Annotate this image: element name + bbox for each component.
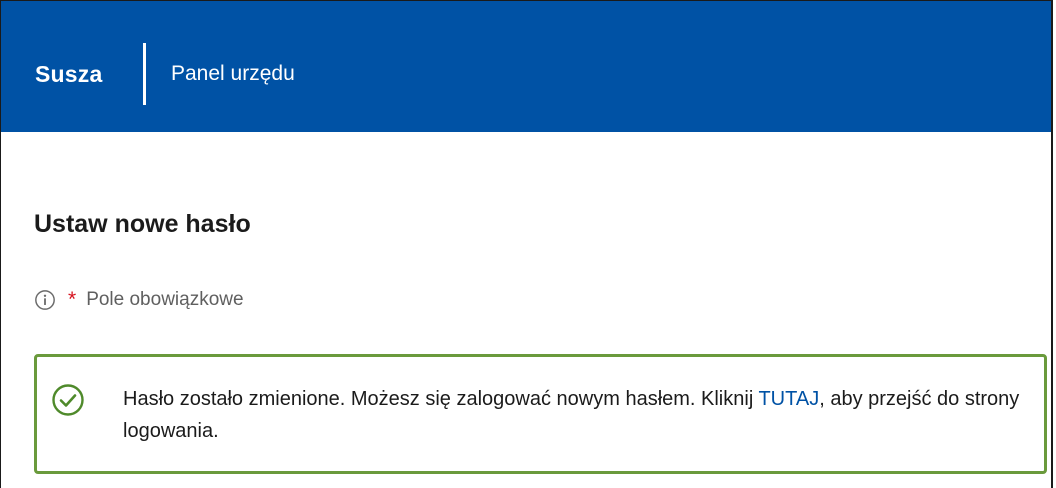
info-icon (35, 290, 55, 310)
alert-message: Hasło zostało zmienione. Możesz się zalo… (123, 383, 1023, 447)
required-note-text: Pole obowiązkowe (86, 289, 244, 310)
success-alert: Hasło zostało zmienione. Możesz się zalo… (34, 354, 1047, 474)
login-link[interactable]: TUTAJ (758, 388, 819, 410)
panel-title: Panel urzędu (171, 62, 295, 85)
brand-logo[interactable]: Susza (35, 61, 102, 88)
header-divider (143, 43, 146, 105)
top-header: Susza Panel urzędu (1, 1, 1051, 132)
required-note: * Pole obowiązkowe (34, 287, 244, 313)
check-circle-icon (52, 384, 84, 416)
alert-text-before: Hasło zostało zmienione. Możesz się zalo… (123, 388, 759, 410)
page-title: Ustaw nowe hasło (34, 210, 251, 238)
required-asterisk: * (68, 288, 77, 311)
